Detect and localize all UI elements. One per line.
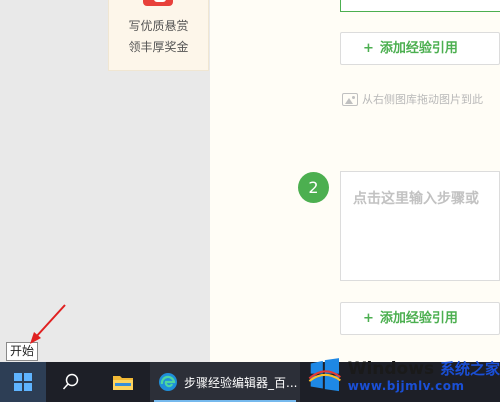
add-reference-button[interactable]: + 添加经验引用 <box>340 302 500 335</box>
search-icon <box>62 373 79 390</box>
add-reference-label: 添加经验引用 <box>379 311 458 326</box>
start-tooltip: 开始 <box>6 342 39 361</box>
plus-icon: + <box>363 311 374 326</box>
step-number-badge: 2 <box>298 172 329 203</box>
add-reference-label: 添加经验引用 <box>379 41 458 56</box>
edge-taskbar-tab[interactable]: 步骤经验编辑器_百... <box>150 362 300 402</box>
watermark-url: www.bjjmlv.com <box>347 378 465 393</box>
reward-line-2: 领丰厚奖金 <box>128 40 189 54</box>
drag-image-hint: 从右侧图库拖动图片到此 <box>342 90 500 108</box>
reward-icon <box>143 0 173 6</box>
edge-icon <box>159 373 177 391</box>
image-icon <box>342 92 358 106</box>
file-explorer-button[interactable] <box>100 362 146 402</box>
windows-logo-icon <box>308 358 341 392</box>
add-reference-button[interactable]: + 添加经验引用 <box>340 32 500 65</box>
previous-step-input[interactable] <box>340 0 500 12</box>
taskbar-search-button[interactable] <box>48 362 94 402</box>
watermark-title: Windows 系统之家 <box>348 358 500 379</box>
reward-line-1: 写优质悬赏 <box>128 19 189 33</box>
windows-logo-icon <box>14 373 32 391</box>
watermark: Windows 系统之家 www.bjjmlv.com <box>308 348 500 402</box>
reward-card[interactable]: 写优质悬赏 领丰厚奖金 <box>108 0 209 71</box>
step-text-input[interactable]: 点击这里输入步骤或 <box>340 171 500 281</box>
edge-tab-label: 步骤经验编辑器_百... <box>184 375 298 390</box>
folder-icon <box>113 376 133 390</box>
start-button[interactable] <box>0 362 46 402</box>
watermark-brand-cn: 系统之家 <box>439 359 500 378</box>
watermark-brand: Windows <box>347 358 435 379</box>
drag-hint-text: 从右侧图库拖动图片到此 <box>362 93 483 106</box>
plus-icon: + <box>363 41 374 56</box>
